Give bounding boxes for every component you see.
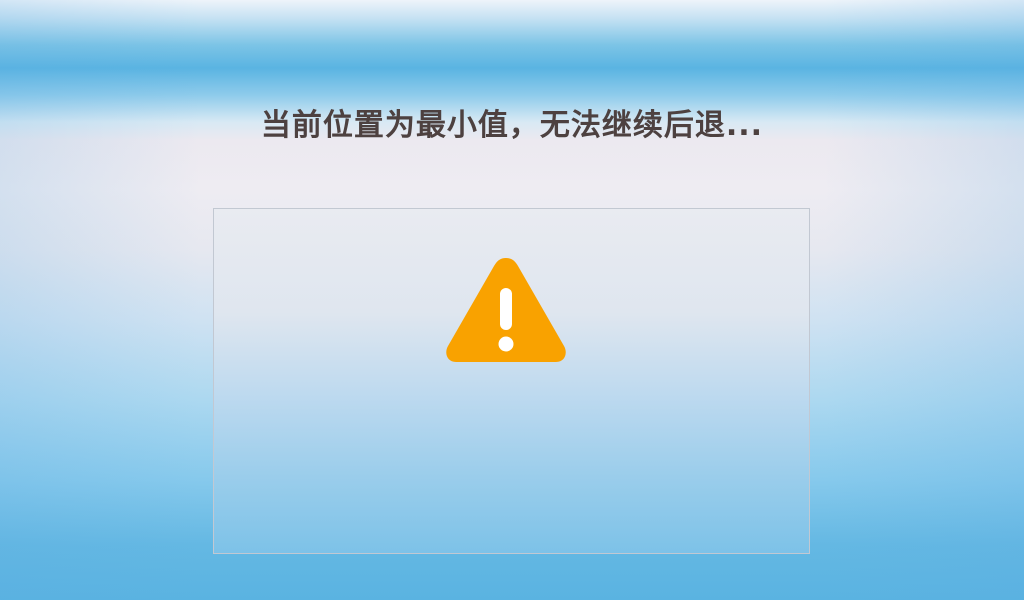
background-shade-left <box>0 0 200 600</box>
background-shade-right <box>824 0 1024 600</box>
status-message: 当前位置为最小值，无法继续后退... <box>260 108 764 143</box>
warning-icon <box>446 258 566 362</box>
